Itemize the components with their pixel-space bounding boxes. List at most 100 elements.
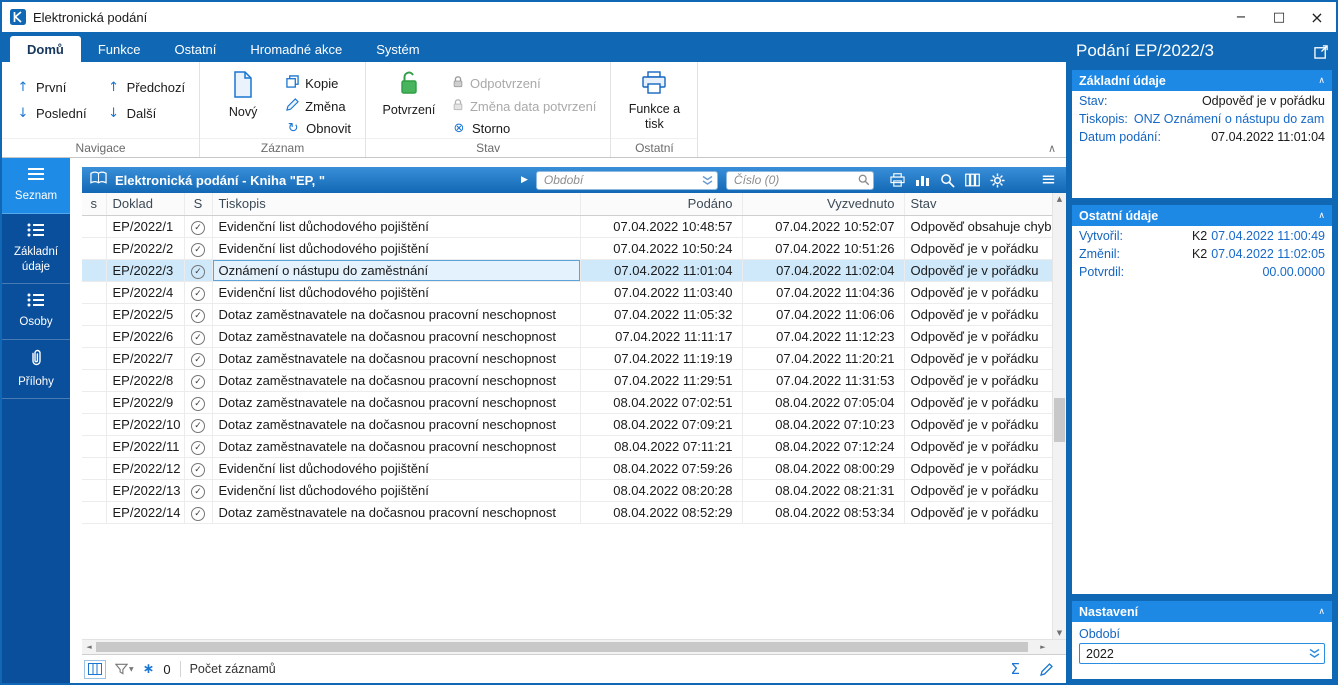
detail-value-link[interactable]: ONZ Oznámení o nástupu do zam...	[1134, 112, 1325, 126]
stav-cell[interactable]: Odpověď je v pořádku	[904, 413, 1053, 436]
unconfirm-button[interactable]: Odpotvrzení	[448, 74, 600, 92]
tiskopis-cell[interactable]: Dotaz zaměstnavatele na dočasnou pracovn…	[212, 303, 581, 326]
number-search-input[interactable]	[726, 171, 873, 189]
podano-cell[interactable]: 08.04.2022 07:09:21	[580, 413, 743, 436]
doklad-cell[interactable]: EP/2022/3	[106, 259, 185, 282]
confirm-button[interactable]: Potvrzení	[376, 68, 442, 118]
row-status-cell[interactable]: ✓	[184, 479, 213, 502]
col-header-vyzvednuto[interactable]: Vyzvednuto	[742, 193, 905, 216]
menu-icon[interactable]: ≡	[1041, 171, 1056, 189]
scroll-left-icon[interactable]: ◄	[82, 643, 96, 651]
gear-icon[interactable]	[990, 172, 1005, 188]
vyzvednuto-cell[interactable]: 08.04.2022 08:00:29	[742, 457, 905, 480]
row-status-cell[interactable]: ✓	[184, 369, 213, 392]
section-header-zakladni[interactable]: Základní údaje ∧	[1072, 70, 1332, 91]
table-row[interactable]: EP/2022/6 ✓ Dotaz zaměstnavatele na dočasn…	[82, 325, 1053, 348]
stav-cell[interactable]: Odpověď je v pořádku	[904, 303, 1053, 326]
doklad-cell[interactable]: EP/2022/6	[106, 325, 185, 348]
tiskopis-cell[interactable]: Dotaz zaměstnavatele na dočasnou pracovn…	[212, 325, 581, 348]
podano-cell[interactable]: 07.04.2022 11:11:17	[580, 325, 743, 348]
table-row[interactable]: EP/2022/8 ✓ Dotaz zaměstnavatele na dočasn…	[82, 369, 1053, 392]
doklad-cell[interactable]: EP/2022/14	[106, 501, 185, 524]
table-row[interactable]: EP/2022/4 ✓ Evidenční list důchodového poj…	[82, 281, 1053, 304]
sidebar-item-osoby[interactable]: Osoby	[2, 284, 70, 340]
new-button[interactable]: Nový	[210, 68, 276, 120]
horizontal-scroll-thumb[interactable]	[96, 642, 1028, 652]
vertical-scrollbar[interactable]: ▲ ▼	[1052, 193, 1066, 639]
table-row[interactable]: EP/2022/12 ✓ Evidenční list důchodového po…	[82, 457, 1053, 480]
vyzvednuto-cell[interactable]: 07.04.2022 10:51:26	[742, 237, 905, 260]
stav-cell[interactable]: Odpověď je v pořádku	[904, 347, 1053, 370]
col-header-doklad[interactable]: Doklad	[106, 193, 185, 216]
tiskopis-cell[interactable]: Dotaz zaměstnavatele na dočasnou pracovn…	[212, 347, 581, 370]
stav-cell[interactable]: Odpověď je v pořádku	[904, 237, 1053, 260]
vyzvednuto-cell[interactable]: 07.04.2022 11:31:53	[742, 369, 905, 392]
edit-note-button[interactable]	[1040, 662, 1054, 676]
tiskopis-cell[interactable]: Evidenční list důchodového pojištění	[212, 457, 581, 480]
row-handle-cell[interactable]	[82, 435, 107, 458]
storno-button[interactable]: ⊗ Storno	[448, 120, 600, 137]
print-icon[interactable]	[890, 173, 905, 187]
row-status-cell[interactable]: ✓	[184, 325, 213, 348]
table-row[interactable]: EP/2022/1 ✓ Evidenční list důchodového poj…	[82, 215, 1053, 238]
vyzvednuto-cell[interactable]: 07.04.2022 11:02:04	[742, 259, 905, 282]
search-icon[interactable]	[858, 174, 870, 186]
table-row[interactable]: EP/2022/14 ✓ Dotaz zaměstnavatele na dočas…	[82, 501, 1053, 524]
podano-cell[interactable]: 07.04.2022 11:19:19	[580, 347, 743, 370]
col-header-tiskopis[interactable]: Tiskopis	[212, 193, 581, 216]
row-handle-cell[interactable]	[82, 215, 107, 238]
row-handle-cell[interactable]	[82, 259, 107, 282]
refresh-button[interactable]: ↻ Obnovit	[282, 120, 355, 137]
doklad-cell[interactable]: EP/2022/11	[106, 435, 185, 458]
vertical-scroll-thumb[interactable]	[1054, 398, 1065, 443]
stav-cell[interactable]: Odpověď je v pořádku	[904, 391, 1053, 414]
table-row[interactable]: EP/2022/7 ✓ Dotaz zaměstnavatele na dočasn…	[82, 347, 1053, 370]
expand-arrow-icon[interactable]: ▶	[521, 175, 528, 185]
podano-cell[interactable]: 08.04.2022 07:11:21	[580, 435, 743, 458]
doklad-cell[interactable]: EP/2022/5	[106, 303, 185, 326]
podano-cell[interactable]: 07.04.2022 11:05:32	[580, 303, 743, 326]
table-row[interactable]: EP/2022/13 ✓ Evidenční list důchodového po…	[82, 479, 1053, 502]
vyzvednuto-cell[interactable]: 08.04.2022 08:21:31	[742, 479, 905, 502]
row-handle-cell[interactable]	[82, 413, 107, 436]
tiskopis-cell[interactable]: Dotaz zaměstnavatele na dočasnou pracovn…	[212, 501, 581, 524]
view-mode-button[interactable]	[84, 659, 106, 679]
tiskopis-cell[interactable]: Evidenční list důchodového pojištění	[212, 215, 581, 238]
row-handle-cell[interactable]	[82, 479, 107, 502]
previous-button[interactable]: ↑ Předchozí	[103, 76, 190, 98]
doklad-cell[interactable]: EP/2022/8	[106, 369, 185, 392]
horizontal-scroll-track[interactable]	[96, 640, 1036, 654]
row-status-cell[interactable]: ✓	[184, 303, 213, 326]
row-handle-cell[interactable]	[82, 347, 107, 370]
tab-system[interactable]: Systém	[359, 36, 436, 62]
tab-funkce[interactable]: Funkce	[81, 36, 158, 62]
row-status-cell[interactable]: ✓	[184, 391, 213, 414]
tab-domu[interactable]: Domů	[10, 36, 81, 62]
podano-cell[interactable]: 08.04.2022 07:02:51	[580, 391, 743, 414]
tiskopis-cell[interactable]: Dotaz zaměstnavatele na dočasnou pracovn…	[212, 413, 581, 436]
edit-button[interactable]: Změna	[282, 97, 355, 115]
doklad-cell[interactable]: EP/2022/10	[106, 413, 185, 436]
close-button[interactable]: ×	[1298, 2, 1336, 32]
tab-ostatni[interactable]: Ostatní	[157, 36, 233, 62]
podano-cell[interactable]: 07.04.2022 10:48:57	[580, 215, 743, 238]
sum-button[interactable]: Σ	[1011, 660, 1020, 678]
row-handle-cell[interactable]	[82, 237, 107, 260]
podano-cell[interactable]: 08.04.2022 08:20:28	[580, 479, 743, 502]
row-status-cell[interactable]: ✓	[184, 413, 213, 436]
stav-cell[interactable]: Odpověď je v pořádku	[904, 501, 1053, 524]
first-button[interactable]: ↑ První	[12, 76, 91, 98]
table-row[interactable]: EP/2022/9 ✓ Dotaz zaměstnavatele na dočasn…	[82, 391, 1053, 414]
vyzvednuto-cell[interactable]: 07.04.2022 11:12:23	[742, 325, 905, 348]
row-status-cell[interactable]: ✓	[184, 259, 213, 282]
vyzvednuto-cell[interactable]: 08.04.2022 08:53:34	[742, 501, 905, 524]
doklad-cell[interactable]: EP/2022/13	[106, 479, 185, 502]
stav-cell[interactable]: Odpověď je v pořádku	[904, 479, 1053, 502]
stav-cell[interactable]: Odpověď je v pořádku	[904, 259, 1053, 282]
stav-cell[interactable]: Odpověď je v pořádku	[904, 435, 1053, 458]
vyzvednuto-cell[interactable]: 07.04.2022 10:52:07	[742, 215, 905, 238]
table-row[interactable]: EP/2022/10 ✓ Dotaz zaměstnavatele na dočas…	[82, 413, 1053, 436]
vyzvednuto-cell[interactable]: 08.04.2022 07:10:23	[742, 413, 905, 436]
tab-hromadne-akce[interactable]: Hromadné akce	[233, 36, 359, 62]
podano-cell[interactable]: 08.04.2022 07:59:26	[580, 457, 743, 480]
